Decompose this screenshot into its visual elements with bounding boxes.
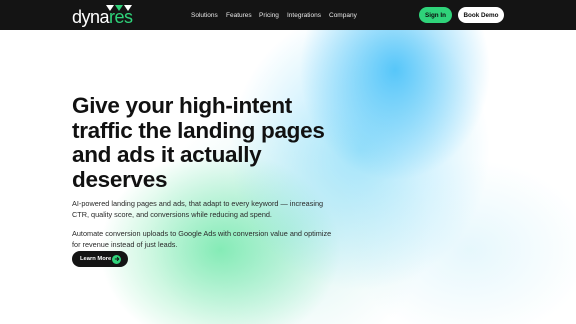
arrow-right-icon: [112, 254, 121, 264]
nav-link-company[interactable]: Company: [329, 12, 357, 19]
dynares-logo[interactable]: dynares: [72, 4, 133, 26]
nav-link-pricing[interactable]: Pricing: [259, 12, 279, 19]
hero-section: Give your high-intent traffic the landin…: [72, 93, 352, 250]
hero-description-1: AI-powered landing pages and ads, that a…: [72, 199, 324, 219]
hero-headline: Give your high-intent traffic the landin…: [72, 93, 325, 192]
top-navigation-bar: dynares Solutions Features Pricing Integ…: [0, 0, 576, 30]
sign-in-button[interactable]: Sign In: [419, 7, 452, 23]
nav-link-features[interactable]: Features: [226, 12, 252, 19]
book-demo-button[interactable]: Book Demo: [458, 7, 504, 23]
nav-link-solutions[interactable]: Solutions: [191, 12, 218, 19]
hero-description-2: Automate conversion uploads to Google Ad…: [72, 229, 332, 249]
nav-link-integrations[interactable]: Integrations: [287, 12, 321, 19]
logo-triangles-icon: [106, 5, 132, 11]
learn-more-button[interactable]: Learn More: [72, 251, 128, 267]
learn-more-label: Learn More: [80, 256, 112, 262]
logo-text-main: dyna: [72, 7, 110, 27]
